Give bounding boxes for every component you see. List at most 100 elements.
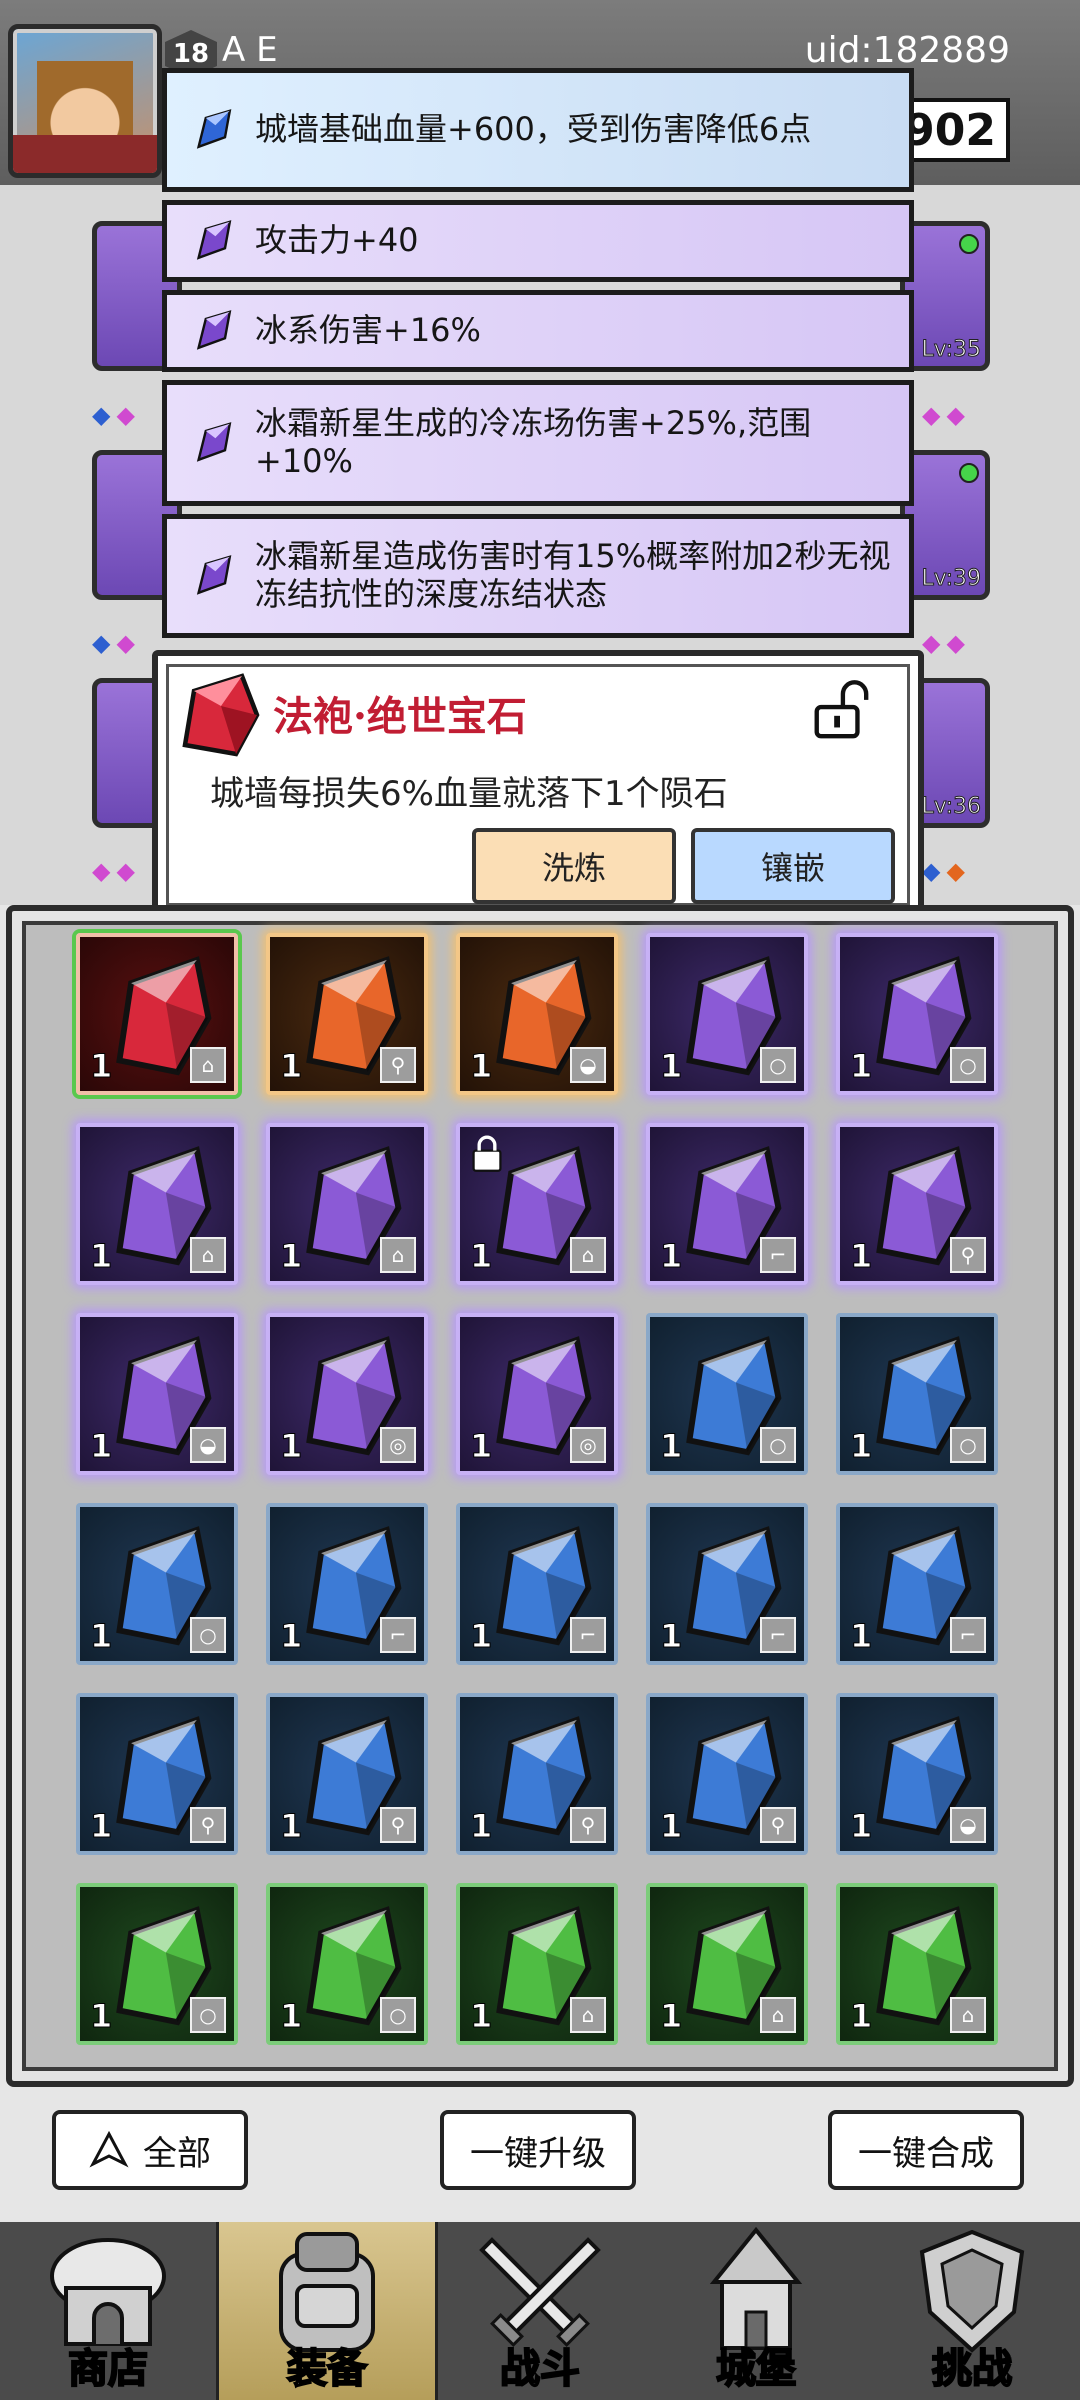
inventory-gem-slot[interactable]: 1 ◒ <box>456 933 618 1095</box>
inventory-gem-slot[interactable]: 1 ⚲ <box>266 1693 428 1855</box>
gem-inventory-panel[interactable]: 1 ⌂ 1 ⚲ 1 ◒ 1 ○ 1 ○ 1 ⌂ 1 ⌂ 1 ⌂ 1 ⌐ 1 ⚲ 1 ◒ 1 ◎ 1 ◎ 1 ○ 1 ○ 1 ○ 1 ⌐ 1 ⌐ 1 ⌐ 1 ⌐… <box>6 905 1074 2087</box>
gem-count: 1 <box>659 1237 683 1276</box>
nav-label: 挑战 <box>931 2345 1013 2393</box>
gem-count: 1 <box>89 1997 113 2036</box>
inventory-gem-slot[interactable]: 1 ⌂ <box>76 1123 238 1285</box>
hat-slot-icon: ◒ <box>190 1427 226 1463</box>
gem-count: 1 <box>279 1427 303 1466</box>
gem-count: 1 <box>659 1617 683 1656</box>
gem-count: 1 <box>89 1807 113 1846</box>
filter-label: 全部 <box>143 2133 211 2174</box>
gem-count: 1 <box>849 1047 873 1086</box>
staff-slot-icon: ⚲ <box>760 1807 796 1843</box>
inventory-gem-slot[interactable]: 1 ○ <box>836 933 998 1095</box>
equip-level: Lv:39 <box>921 566 981 592</box>
equipped-indicator-dot <box>959 234 979 254</box>
ring-slot-icon: ○ <box>950 1047 986 1083</box>
inventory-gem-slot[interactable]: 1 ⌐ <box>456 1503 618 1665</box>
unlocked-padlock-icon[interactable] <box>810 678 870 742</box>
inventory-gem-slot[interactable]: 1 ○ <box>266 1883 428 2045</box>
gem-count: 1 <box>279 1807 303 1846</box>
boots-slot-icon: ⌐ <box>950 1617 986 1653</box>
gem-title: 法袍·绝世宝石 <box>273 693 527 740</box>
gem-count: 1 <box>469 1047 493 1086</box>
inventory-gem-slot[interactable]: 1 ○ <box>76 1503 238 1665</box>
staff-slot-icon: ⚲ <box>380 1047 416 1083</box>
gem-count: 1 <box>279 1237 303 1276</box>
bottom-navigation: 商店 装备 战斗 城堡 挑战 <box>0 2222 1080 2400</box>
padlock-icon <box>472 1135 502 1172</box>
nav-castle[interactable]: 城堡 <box>648 2222 864 2400</box>
inventory-gem-slot[interactable]: 1 ○ <box>76 1883 238 2045</box>
inventory-gem-slot[interactable]: 1 ⚲ <box>76 1693 238 1855</box>
robe-slot-icon: ⌂ <box>570 1997 606 2033</box>
gem-count: 1 <box>659 1997 683 2036</box>
inventory-gem-slot[interactable]: 1 ⌂ <box>646 1883 808 2045</box>
inventory-gem-slot[interactable]: 1 ○ <box>646 933 808 1095</box>
refine-button[interactable]: 洗炼 <box>472 828 676 904</box>
nav-equipment[interactable]: 装备 <box>216 2222 438 2400</box>
player-uid: uid:182889 <box>804 30 1010 71</box>
inventory-gem-slot[interactable]: 1 ◎ <box>266 1313 428 1475</box>
purple-gem-icon <box>196 422 232 462</box>
gem-count: 1 <box>279 1047 303 1086</box>
inventory-gem-slot[interactable]: 1 ○ <box>646 1313 808 1475</box>
inventory-gem-slot[interactable]: 1 ◒ <box>76 1313 238 1475</box>
inlay-button[interactable]: 镶嵌 <box>691 828 895 904</box>
one-click-merge-button[interactable]: 一键合成 <box>828 2110 1024 2190</box>
inventory-gem-slot[interactable]: 1 ○ <box>836 1313 998 1475</box>
hat-slot-icon: ◒ <box>950 1807 986 1843</box>
ring-slot-icon: ○ <box>760 1047 796 1083</box>
one-click-upgrade-button[interactable]: 一键升级 <box>440 2110 636 2190</box>
red-gem-icon <box>182 673 260 757</box>
nav-battle[interactable]: 战斗 <box>432 2222 648 2400</box>
nav-label: 商店 <box>67 2345 149 2393</box>
gem-count: 1 <box>469 1807 493 1846</box>
staff-slot-icon: ⚲ <box>570 1807 606 1843</box>
ring-slot-icon: ○ <box>760 1427 796 1463</box>
ring-slot-icon: ○ <box>190 1997 226 2033</box>
boots-slot-icon: ⌐ <box>380 1617 416 1653</box>
inventory-gem-slot[interactable]: 1 ⚲ <box>266 933 428 1095</box>
gem-socket-diamonds: ◆◆ <box>92 857 141 885</box>
inventory-gem-slot[interactable]: 1 ⌐ <box>646 1503 808 1665</box>
equipped-indicator-dot <box>959 463 979 483</box>
gem-socket-diamonds: ◆◆ <box>922 629 971 657</box>
gem-socket-diamonds: ◆◆ <box>92 401 141 429</box>
inventory-gem-slot[interactable]: 1 ⌐ <box>266 1503 428 1665</box>
boots-slot-icon: ⌐ <box>570 1617 606 1653</box>
staff-slot-icon: ⚲ <box>950 1237 986 1273</box>
gem-count: 1 <box>659 1047 683 1086</box>
player-avatar[interactable] <box>8 24 162 178</box>
gem-count: 1 <box>849 1617 873 1656</box>
gem-count: 1 <box>89 1047 113 1086</box>
filter-all-button[interactable]: 全部 <box>52 2110 248 2190</box>
gem-count: 1 <box>849 1427 873 1466</box>
gem-socket-diamonds: ◆◆ <box>922 401 971 429</box>
inventory-gem-slot[interactable]: 1 ⌂ <box>836 1883 998 2045</box>
nav-shop[interactable]: 商店 <box>0 2222 216 2400</box>
stat-text: 城墙基础血量+600，受到伤害降低6点 <box>255 110 812 149</box>
inventory-gem-slot[interactable]: 1 ⚲ <box>646 1693 808 1855</box>
inventory-gem-slot[interactable]: 1 ⌂ <box>266 1123 428 1285</box>
gem-count: 1 <box>89 1617 113 1656</box>
robe-slot-icon: ⌂ <box>570 1237 606 1273</box>
inventory-gem-slot[interactable]: 1 ⌂ <box>456 1883 618 2045</box>
inventory-gem-slot[interactable]: 1 ◎ <box>456 1313 618 1475</box>
inventory-gem-slot[interactable]: 1 ⚲ <box>836 1123 998 1285</box>
boots-slot-icon: ⌐ <box>760 1237 796 1273</box>
nav-label: 战斗 <box>499 2345 581 2393</box>
nav-challenge[interactable]: 挑战 <box>864 2222 1080 2400</box>
gem-stat-line: 冰霜新星生成的冷冻场伤害+25%,范围+10% <box>162 380 914 506</box>
player-name: A E <box>222 30 278 70</box>
inventory-gem-slot[interactable]: 1 ◒ <box>836 1693 998 1855</box>
inventory-gem-slot[interactable]: 1 ⌂ <box>76 933 238 1095</box>
equip-level: Lv:36 <box>921 794 981 820</box>
triangle-filter-icon <box>89 2130 129 2168</box>
inventory-gem-slot[interactable]: 1 ⚲ <box>456 1693 618 1855</box>
stat-text: 冰霜新星生成的冷冻场伤害+25%,范围+10% <box>255 404 812 480</box>
blue-gem-icon <box>196 109 232 149</box>
inventory-gem-slot[interactable]: 1 ⌐ <box>646 1123 808 1285</box>
inventory-gem-slot[interactable]: 1 ⌐ <box>836 1503 998 1665</box>
inventory-gem-slot[interactable]: 1 ⌂ <box>456 1123 618 1285</box>
